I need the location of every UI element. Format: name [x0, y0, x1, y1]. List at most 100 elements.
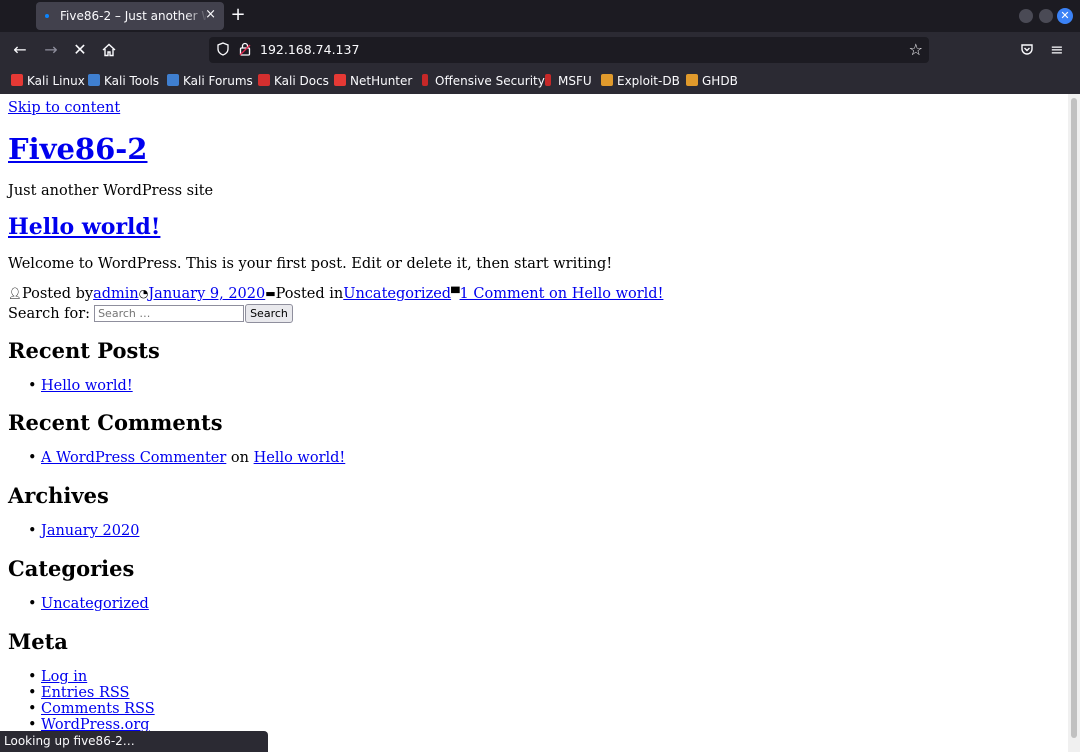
widget-title-recent-posts: Recent Posts [8, 338, 160, 363]
bookmark-offensive-security[interactable]: Offensive Security [419, 72, 545, 90]
meta-comments-rss-link[interactable]: Comments RSS [41, 701, 155, 717]
comment-on-text: on [230, 450, 249, 466]
loading-favicon-icon [45, 14, 49, 18]
bookmark-msfu[interactable]: MSFU [542, 72, 592, 90]
widget-title-archives: Archives [8, 483, 109, 508]
bookmark-kali-linux[interactable]: Kali Linux [11, 72, 85, 90]
site-tagline: Just another WordPress site [8, 183, 214, 199]
meta-login-link[interactable]: Log in [41, 669, 87, 685]
list-item: • A WordPress Commenter on Hello world! [28, 450, 345, 466]
stop-loading-icon[interactable]: ✕ [70, 40, 90, 60]
site-title-link[interactable]: Five86-2 [8, 132, 147, 166]
hamburger-menu-icon[interactable]: ≡ [1047, 40, 1067, 60]
bullet-icon: • [28, 669, 37, 685]
pocket-icon[interactable] [1017, 40, 1037, 60]
tab-close-icon[interactable]: × [205, 7, 216, 23]
list-item: • Comments RSS [28, 701, 155, 717]
bookmark-label: Kali Tools [104, 74, 160, 88]
widget-title-categories: Categories [8, 556, 135, 581]
offensive-security-icon [422, 74, 428, 86]
forward-arrow-icon[interactable]: → [41, 40, 61, 60]
category-widget-link[interactable]: Uncategorized [41, 596, 149, 612]
bookmark-label: Exploit-DB [617, 74, 680, 88]
page-viewport: Skip to content Five86-2 Just another Wo… [0, 94, 1068, 752]
bookmark-label: NetHunter [350, 74, 413, 88]
posted-by-label: Posted by [21, 286, 94, 302]
folder-icon: ▬ [265, 287, 276, 300]
bookmark-star-icon[interactable]: ☆ [909, 41, 923, 59]
bullet-icon: • [28, 596, 37, 612]
window-maximize-button[interactable] [1039, 9, 1053, 23]
status-bar: Looking up five86-2… [0, 731, 268, 752]
bookmark-label: Kali Forums [183, 74, 253, 88]
window-close-button[interactable]: ✕ [1057, 8, 1073, 24]
comment-author-link[interactable]: A WordPress Commenter [41, 450, 226, 466]
post-title-link[interactable]: Hello world! [8, 214, 160, 240]
back-arrow-icon[interactable]: ← [10, 40, 30, 60]
bookmark-label: Kali Docs [274, 74, 329, 88]
new-tab-button[interactable]: + [229, 6, 247, 24]
list-item: • January 2020 [28, 523, 139, 539]
bookmark-label: MSFU [558, 74, 592, 88]
list-item: • Entries RSS [28, 685, 129, 701]
comments-link[interactable]: 1 Comment on Hello world! [460, 286, 664, 302]
tracking-protection-shield-icon[interactable] [217, 42, 231, 58]
url-text[interactable]: 192.168.74.137 [260, 42, 359, 58]
post-date-link[interactable]: January 9, 2020 [148, 286, 265, 302]
skip-to-content-link[interactable]: Skip to content [8, 100, 120, 116]
window-minimize-button[interactable] [1019, 9, 1033, 23]
bookmark-label: Offensive Security [435, 74, 545, 88]
list-item: • Uncategorized [28, 596, 149, 612]
insecure-lock-icon[interactable] [239, 42, 251, 58]
list-item: • Hello world! [28, 378, 133, 394]
bullet-icon: • [28, 450, 37, 466]
bookmark-ghdb[interactable]: GHDB [686, 72, 738, 90]
scrollbar-thumb[interactable] [1071, 98, 1077, 738]
navigation-toolbar: ← → ✕ 192.168.74.137 ☆ ≡ [0, 32, 1080, 68]
search-button[interactable]: Search [245, 304, 293, 323]
bookmarks-toolbar: Kali Linux Kali Tools Kali Forums Kali D… [0, 68, 1080, 94]
search-form: Search for: Search [8, 304, 293, 323]
posted-in-label: Posted in [275, 286, 344, 302]
search-label: Search for: [8, 306, 91, 322]
tab-active[interactable]: Five86-2 – Just another WordPress site × [36, 2, 224, 30]
bullet-icon: • [28, 685, 37, 701]
author-link[interactable]: admin [93, 286, 139, 302]
list-item: • Log in [28, 669, 87, 685]
bookmark-label: GHDB [702, 74, 738, 88]
bullet-icon: • [28, 378, 37, 394]
comment-post-link[interactable]: Hello world! [254, 450, 346, 466]
bookmark-label: Kali Linux [27, 74, 85, 88]
tab-strip: Five86-2 – Just another WordPress site ×… [0, 0, 1080, 32]
kali-tools-icon [88, 74, 100, 86]
ghdb-icon [686, 74, 698, 86]
bullet-icon: • [28, 523, 37, 539]
exploit-db-icon [601, 74, 613, 86]
post-meta: 👤︎Posted byadmin◔January 9, 2020▬Posted … [8, 286, 663, 302]
kali-forums-icon [167, 74, 179, 86]
archive-link[interactable]: January 2020 [41, 523, 139, 539]
tab-title: Five86-2 – Just another WordPress site [60, 9, 208, 23]
post-content: Welcome to WordPress. This is your first… [8, 256, 613, 272]
kali-docs-icon [258, 74, 270, 86]
clock-icon: ◔ [138, 287, 149, 300]
widget-title-recent-comments: Recent Comments [8, 410, 223, 435]
url-bar[interactable]: 192.168.74.137 ☆ [209, 37, 929, 63]
bookmark-kali-forums[interactable]: Kali Forums [167, 72, 253, 90]
page-scrollbar[interactable] [1068, 94, 1080, 752]
widget-title-meta: Meta [8, 629, 68, 654]
person-icon: 👤︎ [8, 287, 22, 300]
kali-linux-icon [11, 74, 23, 86]
search-input[interactable] [94, 305, 245, 322]
recent-post-link[interactable]: Hello world! [41, 378, 133, 394]
bookmark-kali-tools[interactable]: Kali Tools [88, 72, 159, 90]
comment-icon: ▀ [451, 287, 460, 300]
meta-entries-rss-link[interactable]: Entries RSS [41, 685, 129, 701]
bookmark-kali-docs[interactable]: Kali Docs [258, 72, 329, 90]
nethunter-icon [334, 74, 346, 86]
bookmark-exploit-db[interactable]: Exploit-DB [601, 72, 680, 90]
category-link[interactable]: Uncategorized [343, 286, 451, 302]
home-icon[interactable] [99, 40, 119, 60]
bookmark-nethunter[interactable]: NetHunter [334, 72, 412, 90]
msfu-icon [545, 74, 551, 86]
